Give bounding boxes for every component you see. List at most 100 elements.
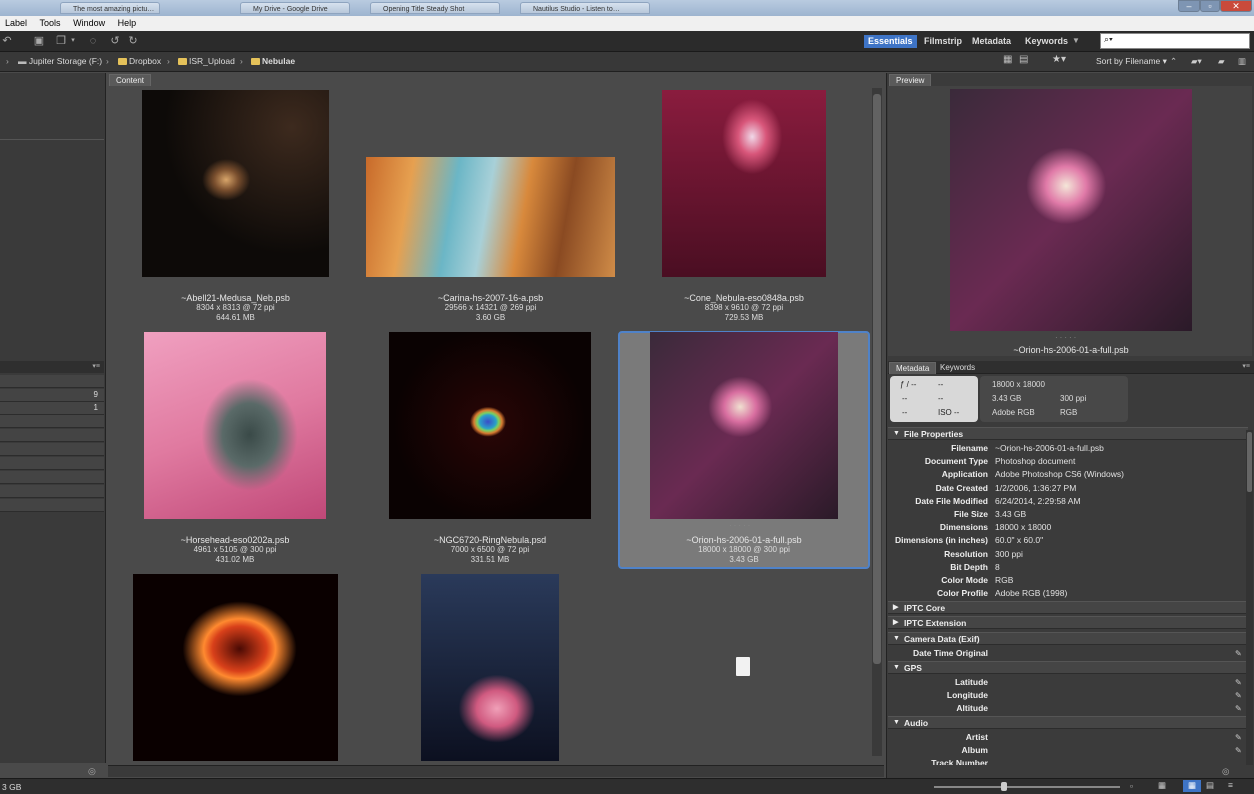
metadata-scrollbar-thumb[interactable] bbox=[1247, 432, 1252, 492]
metadata-value: 3.43 GB bbox=[995, 509, 1027, 519]
tab-content[interactable]: Content bbox=[109, 74, 152, 86]
slider-handle[interactable] bbox=[1001, 782, 1007, 791]
section-file-properties[interactable]: ▼ File Properties bbox=[888, 427, 1248, 440]
filter-row[interactable]: 1 bbox=[0, 402, 104, 415]
metadata-value: RGB bbox=[995, 575, 1014, 585]
left-panel: ▾≡ 9 1 bbox=[0, 73, 106, 763]
view-options-icon[interactable]: ▤ bbox=[1019, 54, 1028, 65]
metadata-row: Latitude ✎ bbox=[954, 676, 1242, 689]
new-folder-icon[interactable]: ▰ bbox=[1218, 56, 1225, 67]
menu-tools[interactable]: Tools bbox=[35, 16, 66, 28]
section-camera-data[interactable]: ▼ Camera Data (Exif) bbox=[888, 632, 1248, 645]
section-iptc-core[interactable]: ▶ IPTC Core bbox=[888, 601, 1248, 614]
minimize-icon[interactable]: – bbox=[1178, 0, 1200, 12]
preview-image[interactable] bbox=[950, 89, 1192, 331]
edit-pencil-icon[interactable]: ✎ bbox=[1235, 647, 1242, 660]
thumbnail-view-icon[interactable]: ▦ bbox=[1183, 780, 1201, 792]
background-tab[interactable]: The most amazing pictu… bbox=[60, 2, 160, 14]
filter-row[interactable] bbox=[0, 485, 104, 498]
sort-dropdown[interactable]: Sort by Filename ▾ bbox=[1096, 56, 1167, 67]
menu-label[interactable]: Label bbox=[0, 16, 32, 28]
thumbnail-quality-icon[interactable]: ▦ bbox=[1003, 54, 1012, 65]
rotate-right-icon[interactable]: ↻ bbox=[126, 35, 140, 47]
metadata-key: Color Profile bbox=[936, 588, 988, 599]
panel-options-icon[interactable]: ◎ bbox=[1222, 766, 1229, 777]
status-text: 3 GB bbox=[2, 782, 22, 792]
section-iptc-extension[interactable]: ▶ IPTC Extension bbox=[888, 616, 1248, 629]
workspace-essentials[interactable]: Essentials bbox=[864, 35, 917, 48]
rotate-icon[interactable]: ↶ bbox=[0, 35, 14, 47]
list-view-icon[interactable]: ≡ bbox=[1228, 780, 1233, 790]
filter-row[interactable]: 9 bbox=[0, 389, 104, 402]
breadcrumb-current[interactable]: Nebulae bbox=[251, 56, 295, 66]
breadcrumb-drive[interactable]: ▬ Jupiter Storage (F:) bbox=[18, 56, 102, 66]
background-tab[interactable]: My Drive - Google Drive bbox=[240, 2, 350, 14]
filter-row[interactable] bbox=[0, 471, 104, 484]
metadata-value: 6/24/2014, 2:29:58 AM bbox=[995, 495, 1081, 506]
edit-pencil-icon[interactable]: ✎ bbox=[1235, 744, 1242, 757]
thumbnail-image[interactable] bbox=[366, 157, 615, 277]
chevron-down-icon[interactable]: ▾ bbox=[66, 35, 80, 47]
rating-dots[interactable]: ····· bbox=[729, 521, 752, 530]
filter-row[interactable] bbox=[0, 415, 104, 428]
edit-pencil-icon[interactable]: ✎ bbox=[1235, 702, 1242, 715]
metadata-row: Album ✎ bbox=[961, 744, 1242, 757]
metadata-value: 60.0" x 60.0" bbox=[995, 535, 1044, 546]
delete-icon[interactable]: ▥ bbox=[1238, 56, 1246, 67]
tab-preview[interactable]: Preview bbox=[889, 74, 932, 86]
workspace-menu-chevron-icon[interactable]: ▼ bbox=[1069, 35, 1083, 47]
menu-bar: Label Tools Window Help bbox=[0, 16, 1254, 31]
section-gps[interactable]: ▼ GPS bbox=[888, 661, 1248, 674]
thumbnail-image[interactable] bbox=[421, 574, 559, 761]
search-input[interactable]: ⌕▾ bbox=[1100, 33, 1250, 49]
thumbnail-image[interactable] bbox=[142, 90, 329, 277]
camera-icon[interactable]: ▣ bbox=[32, 35, 46, 47]
menu-window[interactable]: Window bbox=[68, 16, 110, 28]
thumbnail-image[interactable] bbox=[662, 90, 826, 277]
thumbnail-caption: ~Orion-hs-2006-01-a-full.psb 18000 x 1800… bbox=[686, 535, 802, 564]
rating-dots[interactable]: ····· bbox=[1055, 333, 1078, 342]
edit-pencil-icon[interactable]: ✎ bbox=[1235, 676, 1242, 689]
workspace-keywords[interactable]: Keywords bbox=[1021, 35, 1072, 48]
filter-row[interactable] bbox=[0, 443, 104, 456]
background-tab[interactable]: Nautilus Studio - Listen to… bbox=[520, 2, 650, 14]
zoom-in-icon[interactable]: ▫ bbox=[1130, 781, 1133, 791]
details-view-icon[interactable]: ▤ bbox=[1206, 780, 1214, 791]
section-audio[interactable]: ▼ Audio bbox=[888, 716, 1248, 729]
panel-menu-icon[interactable]: ▾≡ bbox=[1242, 362, 1250, 370]
tab-metadata[interactable]: Metadata bbox=[889, 362, 937, 374]
workspace-metadata[interactable]: Metadata bbox=[968, 35, 1015, 48]
refine-icon[interactable]: ◌ bbox=[86, 35, 100, 47]
thumbnail-image[interactable] bbox=[650, 332, 838, 519]
close-icon[interactable]: ✕ bbox=[1220, 0, 1252, 12]
generic-document-icon[interactable] bbox=[736, 657, 750, 676]
maximize-icon[interactable]: ▫ bbox=[1200, 0, 1220, 12]
filter-row[interactable] bbox=[0, 375, 104, 388]
thumbnail-image[interactable] bbox=[133, 574, 338, 761]
sort-ascending-icon[interactable]: ⌃ bbox=[1170, 56, 1177, 67]
panel-menu-icon[interactable]: ▾≡ bbox=[92, 362, 100, 370]
breadcrumb-dropbox[interactable]: Dropbox bbox=[118, 56, 161, 66]
metadata-panel-header: Metadata Keywords ▾≡ bbox=[888, 361, 1254, 374]
open-recent-icon[interactable]: ▰▾ bbox=[1191, 56, 1202, 67]
thumbnail-image[interactable] bbox=[389, 332, 591, 519]
rotate-left-icon[interactable]: ↺ bbox=[108, 35, 122, 47]
workspace-filmstrip[interactable]: Filmstrip bbox=[920, 35, 966, 48]
filter-row[interactable] bbox=[0, 499, 104, 512]
edit-pencil-icon[interactable]: ✎ bbox=[1235, 731, 1242, 744]
panel-options-icon[interactable]: ◎ bbox=[88, 766, 96, 777]
breadcrumb-upload[interactable]: ISR_Upload bbox=[178, 56, 235, 66]
filter-row[interactable] bbox=[0, 429, 104, 442]
edit-pencil-icon[interactable]: ✎ bbox=[1235, 689, 1242, 702]
folder-icon bbox=[178, 58, 187, 66]
thumbnail-image[interactable] bbox=[144, 332, 326, 519]
background-tab[interactable]: Opening Title Steady Shot bbox=[370, 2, 500, 14]
grid-lock-icon[interactable]: ▦ bbox=[1158, 780, 1166, 791]
thumbnail-size-slider[interactable] bbox=[934, 786, 1120, 788]
content-scrollbar-thumb[interactable] bbox=[873, 94, 881, 664]
menu-help[interactable]: Help bbox=[113, 16, 142, 28]
star-filter-icon[interactable]: ★▾ bbox=[1052, 54, 1066, 65]
filter-row[interactable] bbox=[0, 457, 104, 470]
expanded-triangle-icon: ▼ bbox=[893, 635, 900, 642]
tab-keywords[interactable]: Keywords bbox=[940, 363, 975, 372]
